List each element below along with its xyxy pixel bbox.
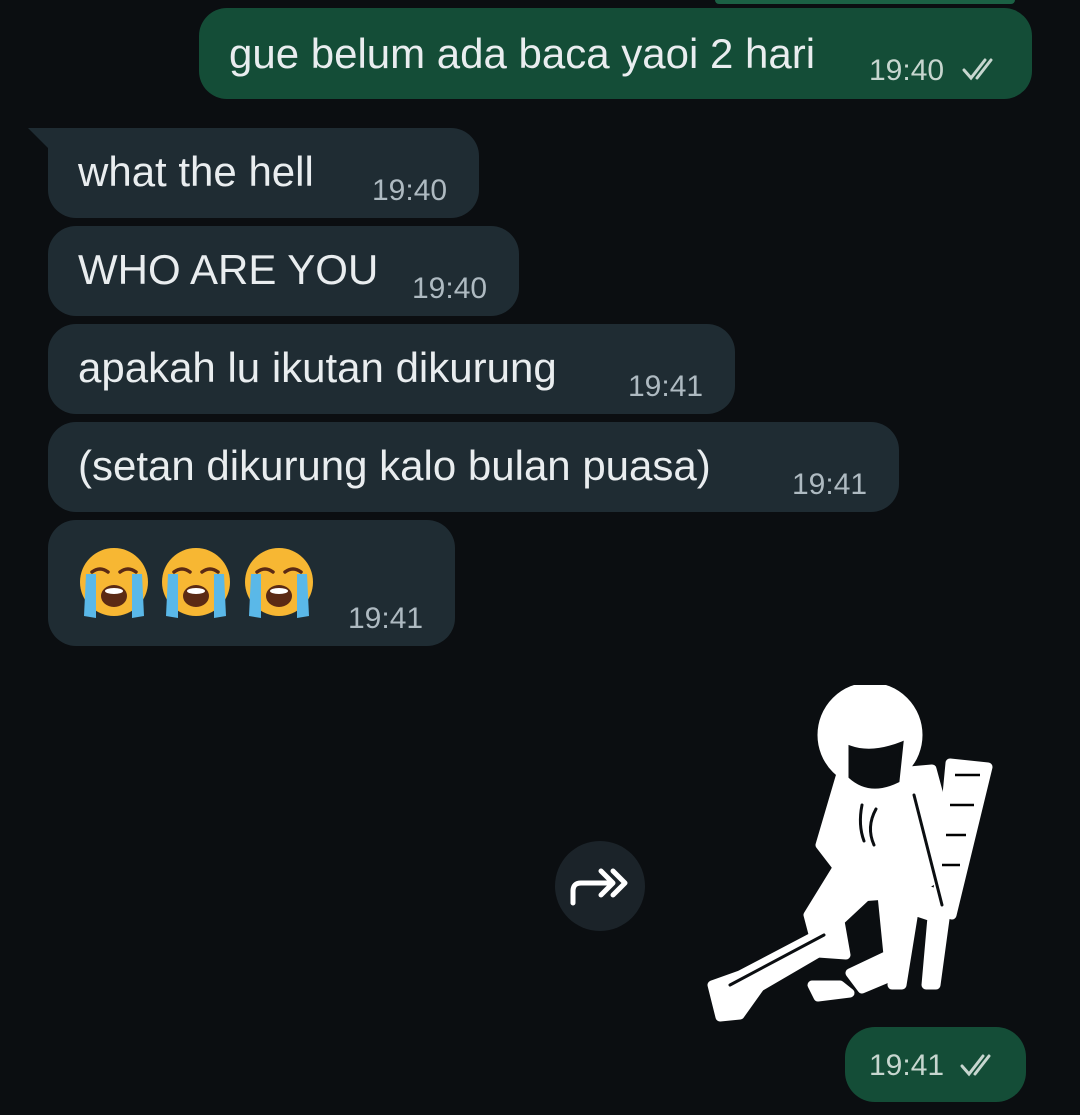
sticker-time-badge: 19:41	[845, 1027, 1026, 1102]
emoji-row	[76, 544, 319, 624]
sticker-sad-stickman[interactable]	[700, 685, 1000, 1025]
message-time: 19:41	[869, 1049, 945, 1082]
double-check-icon	[962, 58, 993, 81]
message-time: 19:41	[628, 370, 704, 403]
message-time: 19:40	[869, 54, 945, 87]
message-time: 19:41	[792, 468, 868, 501]
message-time: 19:40	[372, 174, 448, 207]
bubble-tail	[28, 128, 50, 150]
loudly-crying-face-icon	[244, 548, 313, 618]
message-text: apakah lu ikutan dikurung	[78, 344, 557, 391]
incoming-message[interactable]: what the hell 19:40	[48, 128, 479, 218]
message-time: 19:40	[412, 272, 488, 305]
incoming-message[interactable]: WHO ARE YOU 19:40	[48, 226, 519, 316]
message-time: 19:41	[348, 602, 424, 635]
incoming-message[interactable]: (setan dikurung kalo bulan puasa) 19:41	[48, 422, 899, 512]
message-text: what the hell	[78, 148, 314, 195]
message-text: WHO ARE YOU	[78, 246, 379, 293]
message-text: gue belum ada baca yaoi 2 hari	[229, 30, 816, 77]
forward-button[interactable]	[555, 841, 645, 931]
loudly-crying-face-icon	[80, 548, 148, 618]
previous-bubble-edge	[715, 0, 1015, 4]
double-check-icon	[960, 1054, 991, 1077]
outgoing-message[interactable]: gue belum ada baca yaoi 2 hari 19:40	[199, 8, 1032, 99]
message-text: (setan dikurung kalo bulan puasa)	[78, 442, 711, 489]
forward-icon	[570, 868, 628, 906]
loudly-crying-face-icon	[162, 548, 231, 618]
incoming-message[interactable]: apakah lu ikutan dikurung 19:41	[48, 324, 735, 414]
